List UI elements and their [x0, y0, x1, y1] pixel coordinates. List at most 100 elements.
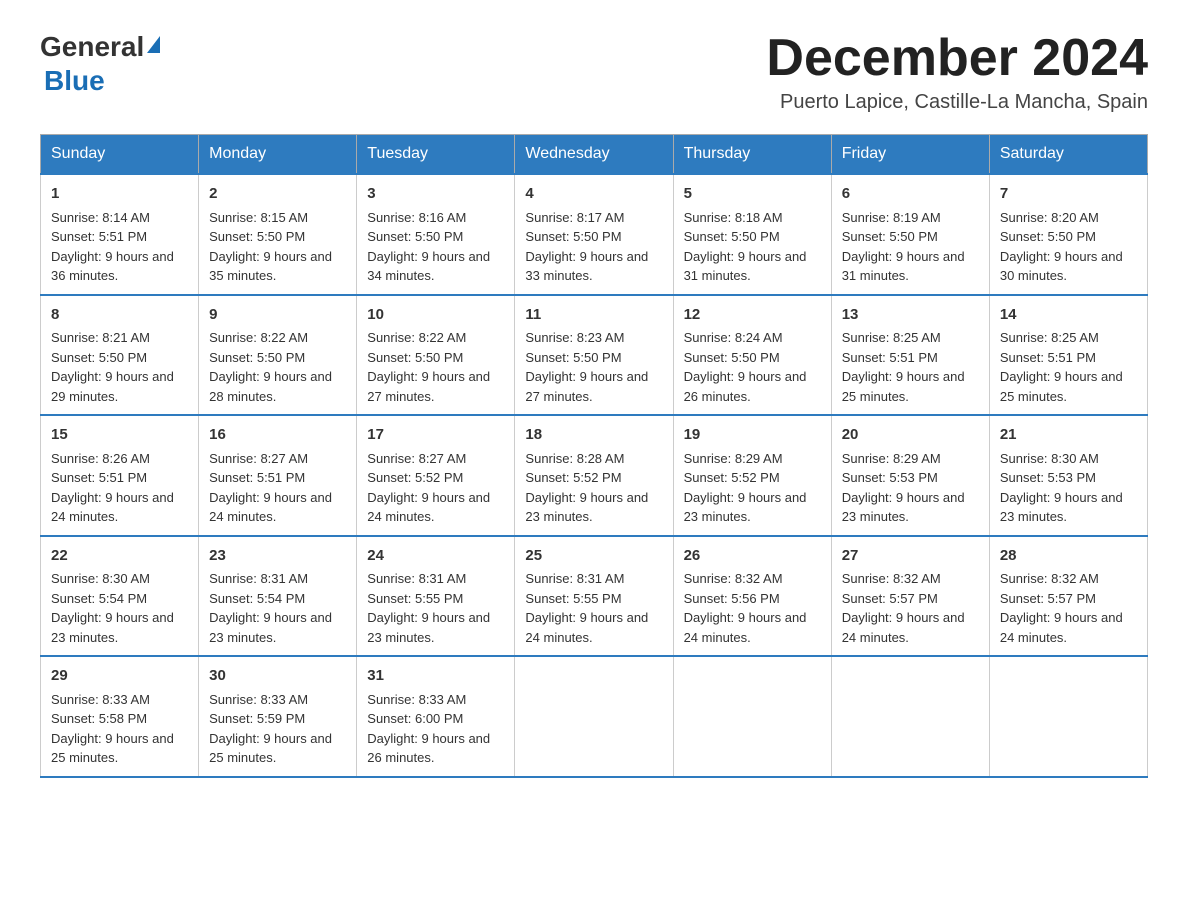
header-monday: Monday — [199, 135, 357, 175]
calendar-cell: 16 Sunrise: 8:27 AMSunset: 5:51 PMDaylig… — [199, 415, 357, 536]
day-sunrise: Sunrise: 8:30 AMSunset: 5:54 PMDaylight:… — [51, 571, 174, 645]
calendar-cell: 24 Sunrise: 8:31 AMSunset: 5:55 PMDaylig… — [357, 536, 515, 657]
calendar-cell: 26 Sunrise: 8:32 AMSunset: 5:56 PMDaylig… — [673, 536, 831, 657]
calendar-cell: 3 Sunrise: 8:16 AMSunset: 5:50 PMDayligh… — [357, 174, 515, 295]
calendar-cell: 13 Sunrise: 8:25 AMSunset: 5:51 PMDaylig… — [831, 295, 989, 416]
day-sunrise: Sunrise: 8:28 AMSunset: 5:52 PMDaylight:… — [525, 451, 648, 525]
day-sunrise: Sunrise: 8:32 AMSunset: 5:57 PMDaylight:… — [1000, 571, 1123, 645]
logo-blue-text: Blue — [44, 65, 105, 96]
calendar-cell — [515, 656, 673, 777]
day-sunrise: Sunrise: 8:21 AMSunset: 5:50 PMDaylight:… — [51, 330, 174, 404]
day-number: 7 — [1000, 183, 1137, 206]
calendar-week-5: 29 Sunrise: 8:33 AMSunset: 5:58 PMDaylig… — [41, 656, 1148, 777]
day-number: 31 — [367, 665, 504, 688]
calendar-cell: 4 Sunrise: 8:17 AMSunset: 5:50 PMDayligh… — [515, 174, 673, 295]
day-number: 15 — [51, 424, 188, 447]
day-number: 29 — [51, 665, 188, 688]
calendar-cell: 12 Sunrise: 8:24 AMSunset: 5:50 PMDaylig… — [673, 295, 831, 416]
calendar-cell: 1 Sunrise: 8:14 AMSunset: 5:51 PMDayligh… — [41, 174, 199, 295]
day-sunrise: Sunrise: 8:33 AMSunset: 5:58 PMDaylight:… — [51, 692, 174, 766]
calendar-cell: 30 Sunrise: 8:33 AMSunset: 5:59 PMDaylig… — [199, 656, 357, 777]
day-number: 4 — [525, 183, 662, 206]
calendar-week-2: 8 Sunrise: 8:21 AMSunset: 5:50 PMDayligh… — [41, 295, 1148, 416]
day-number: 22 — [51, 545, 188, 568]
calendar-cell — [831, 656, 989, 777]
day-number: 30 — [209, 665, 346, 688]
day-number: 2 — [209, 183, 346, 206]
title-area: December 2024 Puerto Lapice, Castille-La… — [766, 30, 1148, 114]
day-number: 25 — [525, 545, 662, 568]
calendar-cell: 8 Sunrise: 8:21 AMSunset: 5:50 PMDayligh… — [41, 295, 199, 416]
day-sunrise: Sunrise: 8:20 AMSunset: 5:50 PMDaylight:… — [1000, 210, 1123, 284]
header-thursday: Thursday — [673, 135, 831, 175]
calendar-cell: 9 Sunrise: 8:22 AMSunset: 5:50 PMDayligh… — [199, 295, 357, 416]
calendar-cell: 15 Sunrise: 8:26 AMSunset: 5:51 PMDaylig… — [41, 415, 199, 536]
day-sunrise: Sunrise: 8:24 AMSunset: 5:50 PMDaylight:… — [684, 330, 807, 404]
day-number: 1 — [51, 183, 188, 206]
day-number: 17 — [367, 424, 504, 447]
day-sunrise: Sunrise: 8:31 AMSunset: 5:54 PMDaylight:… — [209, 571, 332, 645]
page-header: General Blue December 2024 Puerto Lapice… — [40, 30, 1148, 114]
logo-triangle-icon — [147, 36, 160, 53]
calendar-cell: 29 Sunrise: 8:33 AMSunset: 5:58 PMDaylig… — [41, 656, 199, 777]
calendar-cell: 14 Sunrise: 8:25 AMSunset: 5:51 PMDaylig… — [989, 295, 1147, 416]
day-sunrise: Sunrise: 8:25 AMSunset: 5:51 PMDaylight:… — [842, 330, 965, 404]
day-number: 8 — [51, 304, 188, 327]
day-number: 24 — [367, 545, 504, 568]
day-sunrise: Sunrise: 8:18 AMSunset: 5:50 PMDaylight:… — [684, 210, 807, 284]
day-sunrise: Sunrise: 8:33 AMSunset: 5:59 PMDaylight:… — [209, 692, 332, 766]
day-sunrise: Sunrise: 8:27 AMSunset: 5:52 PMDaylight:… — [367, 451, 490, 525]
day-sunrise: Sunrise: 8:33 AMSunset: 6:00 PMDaylight:… — [367, 692, 490, 766]
calendar-cell — [673, 656, 831, 777]
calendar-week-1: 1 Sunrise: 8:14 AMSunset: 5:51 PMDayligh… — [41, 174, 1148, 295]
day-number: 26 — [684, 545, 821, 568]
day-number: 3 — [367, 183, 504, 206]
day-number: 11 — [525, 304, 662, 327]
day-sunrise: Sunrise: 8:31 AMSunset: 5:55 PMDaylight:… — [367, 571, 490, 645]
day-sunrise: Sunrise: 8:25 AMSunset: 5:51 PMDaylight:… — [1000, 330, 1123, 404]
day-number: 9 — [209, 304, 346, 327]
day-number: 12 — [684, 304, 821, 327]
day-sunrise: Sunrise: 8:32 AMSunset: 5:57 PMDaylight:… — [842, 571, 965, 645]
calendar-cell: 28 Sunrise: 8:32 AMSunset: 5:57 PMDaylig… — [989, 536, 1147, 657]
calendar-cell: 23 Sunrise: 8:31 AMSunset: 5:54 PMDaylig… — [199, 536, 357, 657]
calendar-week-3: 15 Sunrise: 8:26 AMSunset: 5:51 PMDaylig… — [41, 415, 1148, 536]
header-tuesday: Tuesday — [357, 135, 515, 175]
day-sunrise: Sunrise: 8:16 AMSunset: 5:50 PMDaylight:… — [367, 210, 490, 284]
header-saturday: Saturday — [989, 135, 1147, 175]
day-sunrise: Sunrise: 8:32 AMSunset: 5:56 PMDaylight:… — [684, 571, 807, 645]
day-sunrise: Sunrise: 8:26 AMSunset: 5:51 PMDaylight:… — [51, 451, 174, 525]
header-sunday: Sunday — [41, 135, 199, 175]
day-number: 21 — [1000, 424, 1137, 447]
calendar-cell: 19 Sunrise: 8:29 AMSunset: 5:52 PMDaylig… — [673, 415, 831, 536]
calendar-week-4: 22 Sunrise: 8:30 AMSunset: 5:54 PMDaylig… — [41, 536, 1148, 657]
day-sunrise: Sunrise: 8:22 AMSunset: 5:50 PMDaylight:… — [209, 330, 332, 404]
calendar-cell: 21 Sunrise: 8:30 AMSunset: 5:53 PMDaylig… — [989, 415, 1147, 536]
day-sunrise: Sunrise: 8:19 AMSunset: 5:50 PMDaylight:… — [842, 210, 965, 284]
calendar-cell: 11 Sunrise: 8:23 AMSunset: 5:50 PMDaylig… — [515, 295, 673, 416]
day-number: 10 — [367, 304, 504, 327]
day-sunrise: Sunrise: 8:29 AMSunset: 5:53 PMDaylight:… — [842, 451, 965, 525]
day-sunrise: Sunrise: 8:17 AMSunset: 5:50 PMDaylight:… — [525, 210, 648, 284]
day-sunrise: Sunrise: 8:22 AMSunset: 5:50 PMDaylight:… — [367, 330, 490, 404]
calendar-cell: 27 Sunrise: 8:32 AMSunset: 5:57 PMDaylig… — [831, 536, 989, 657]
header-wednesday: Wednesday — [515, 135, 673, 175]
logo: General Blue — [40, 30, 160, 97]
calendar-cell: 7 Sunrise: 8:20 AMSunset: 5:50 PMDayligh… — [989, 174, 1147, 295]
calendar-cell: 6 Sunrise: 8:19 AMSunset: 5:50 PMDayligh… — [831, 174, 989, 295]
day-number: 13 — [842, 304, 979, 327]
calendar-cell: 17 Sunrise: 8:27 AMSunset: 5:52 PMDaylig… — [357, 415, 515, 536]
location-text: Puerto Lapice, Castille-La Mancha, Spain — [766, 91, 1148, 114]
month-title: December 2024 — [766, 30, 1148, 87]
calendar-cell: 20 Sunrise: 8:29 AMSunset: 5:53 PMDaylig… — [831, 415, 989, 536]
calendar-cell: 22 Sunrise: 8:30 AMSunset: 5:54 PMDaylig… — [41, 536, 199, 657]
day-number: 20 — [842, 424, 979, 447]
day-number: 6 — [842, 183, 979, 206]
day-number: 14 — [1000, 304, 1137, 327]
day-sunrise: Sunrise: 8:14 AMSunset: 5:51 PMDaylight:… — [51, 210, 174, 284]
day-number: 23 — [209, 545, 346, 568]
calendar-cell: 2 Sunrise: 8:15 AMSunset: 5:50 PMDayligh… — [199, 174, 357, 295]
logo-general-text: General — [40, 31, 144, 62]
day-sunrise: Sunrise: 8:15 AMSunset: 5:50 PMDaylight:… — [209, 210, 332, 284]
day-number: 18 — [525, 424, 662, 447]
